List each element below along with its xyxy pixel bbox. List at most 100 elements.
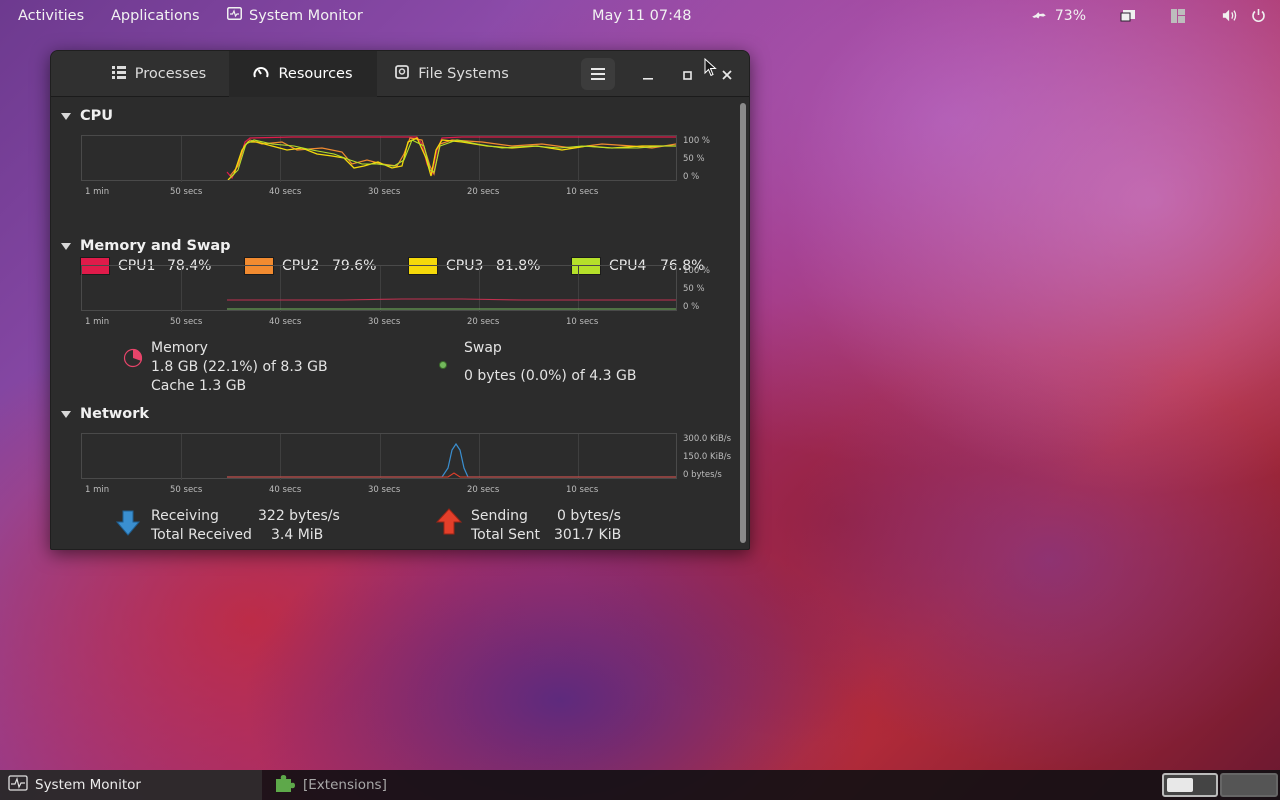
minimize-button[interactable] — [631, 58, 665, 90]
network-section-title: Network — [80, 406, 150, 422]
memory-usage: 1.8 GB (22.1%) of 8.3 GB — [151, 359, 328, 375]
system-monitor-window: Processes Resources File Systems CPU 100… — [50, 50, 750, 550]
memory-graph — [81, 265, 677, 312]
cpu-x-tick: 30 secs — [368, 187, 401, 197]
swap-info: Swap 0 bytes (0.0%) of 4.3 GB — [464, 339, 636, 386]
memory-y-tick-50: 50 % — [683, 284, 705, 294]
taskbar-item-extensions[interactable]: [Extensions] — [274, 770, 387, 800]
network-section-header[interactable]: Network — [61, 406, 149, 422]
list-icon — [111, 65, 126, 83]
sending-value: 0 bytes/s — [557, 508, 621, 524]
swap-pie-icon[interactable] — [439, 361, 447, 369]
hamburger-icon — [591, 65, 605, 84]
network-x-tick: 50 secs — [170, 485, 203, 495]
top-bar: Activities Applications System Monitor M… — [0, 0, 1280, 31]
power-icon — [1250, 8, 1266, 24]
tab-file-systems[interactable]: File Systems — [377, 51, 527, 97]
total-received-label: Total Received — [151, 527, 252, 543]
clock[interactable]: May 11 07:48 — [592, 0, 691, 31]
cpu-x-tick: 20 secs — [467, 187, 500, 197]
vertical-scrollbar[interactable] — [740, 103, 746, 543]
close-icon — [722, 65, 732, 84]
network-graph — [81, 433, 677, 480]
header-bar: Processes Resources File Systems — [51, 51, 749, 97]
workspace-1-button[interactable] — [1162, 773, 1218, 797]
taskbar-item-label: [Extensions] — [303, 777, 387, 793]
activities-button[interactable]: Activities — [18, 0, 84, 31]
minimize-icon — [643, 65, 653, 84]
receiving-arrow-icon[interactable] — [115, 510, 141, 540]
network-y-tick-300: 300.0 KiB/s — [683, 434, 732, 444]
cpu-x-tick: 40 secs — [269, 187, 302, 197]
tab-resources[interactable]: Resources — [229, 51, 377, 97]
receiving-labels: Receiving Total Received — [151, 507, 252, 545]
receiving-label: Receiving — [151, 508, 219, 524]
cpu-x-tick: 50 secs — [170, 187, 203, 197]
memory-label: Memory — [151, 340, 208, 356]
sending-label: Sending — [471, 508, 528, 524]
puzzle-icon — [274, 773, 296, 797]
network-x-tick: 30 secs — [368, 485, 401, 495]
memory-pie-icon[interactable] — [123, 348, 143, 372]
workspace-window-thumbnail — [1167, 778, 1193, 792]
total-sent-value: 301.7 KiB — [554, 527, 622, 543]
memory-x-tick: 20 secs — [467, 317, 500, 327]
swap-label: Swap — [464, 340, 502, 356]
workspace-2-button[interactable] — [1220, 773, 1278, 797]
network-graph-lines — [227, 442, 676, 478]
memory-section-title: Memory and Swap — [80, 238, 231, 254]
cpu-section-title: CPU — [80, 108, 114, 124]
battery-percentage: 73% — [1054, 7, 1086, 24]
memory-section-header[interactable]: Memory and Swap — [61, 238, 231, 254]
cpu-y-tick-50: 50 % — [683, 154, 705, 164]
applications-menu[interactable]: Applications — [111, 0, 200, 31]
memory-graph-lines — [227, 298, 676, 310]
memory-y-tick-0: 0 % — [683, 302, 700, 312]
cpu-section-header[interactable]: CPU — [61, 108, 113, 124]
network-x-tick: 1 min — [85, 485, 110, 495]
memory-line — [227, 298, 676, 301]
network-y-tick-0: 0 bytes/s — [683, 470, 722, 480]
memory-x-tick: 40 secs — [269, 317, 302, 327]
app-menu-label: System Monitor — [249, 7, 363, 24]
cpu4-line — [229, 139, 676, 179]
tab-file-systems-label: File Systems — [418, 66, 509, 82]
windows-icon — [1170, 8, 1186, 24]
memory-y-tick-100: 100 % — [683, 266, 711, 276]
taskbar-item-label: System Monitor — [35, 777, 141, 793]
collapse-triangle-icon — [61, 410, 71, 418]
system-tray[interactable]: 73% — [1011, 0, 1266, 31]
memory-x-tick: 50 secs — [170, 317, 203, 327]
sending-labels: Sending Total Sent — [471, 507, 540, 545]
memory-info: Memory 1.8 GB (22.1%) of 8.3 GB Cache 1.… — [151, 339, 328, 396]
tab-resources-label: Resources — [278, 66, 353, 82]
sending-arrow-icon[interactable] — [435, 508, 463, 539]
cpu2-line — [229, 137, 676, 177]
receiving-values: 322 bytes/s 3.4 MiB — [258, 507, 340, 545]
main-menu-button[interactable] — [581, 58, 615, 90]
receiving-value: 322 bytes/s — [258, 508, 340, 524]
maximize-button[interactable] — [670, 58, 704, 90]
receiving-line — [227, 442, 676, 478]
total-sent-label: Total Sent — [471, 527, 541, 543]
app-menu[interactable]: System Monitor — [227, 0, 363, 31]
network-x-tick: 20 secs — [467, 485, 500, 495]
cpu-x-tick: 10 secs — [566, 187, 599, 197]
cpu-graph — [81, 135, 677, 182]
cpu1-line — [226, 136, 676, 180]
system-monitor-icon — [8, 775, 28, 795]
sending-line — [227, 472, 676, 478]
tab-processes[interactable]: Processes — [89, 51, 229, 97]
weather-icon — [1031, 8, 1047, 24]
collapse-triangle-icon — [61, 112, 71, 120]
disk-icon — [395, 65, 410, 83]
cpu-graph-lines — [226, 136, 676, 180]
gauge-icon — [253, 65, 269, 83]
memory-x-tick: 10 secs — [566, 317, 599, 327]
mouse-pointer-icon — [704, 57, 717, 81]
cpu-x-tick: 1 min — [85, 187, 110, 197]
memory-x-tick: 30 secs — [368, 317, 401, 327]
swap-usage: 0 bytes (0.0%) of 4.3 GB — [464, 368, 637, 384]
taskbar-item-system-monitor[interactable]: System Monitor — [0, 770, 262, 800]
system-monitor-icon — [227, 7, 242, 24]
